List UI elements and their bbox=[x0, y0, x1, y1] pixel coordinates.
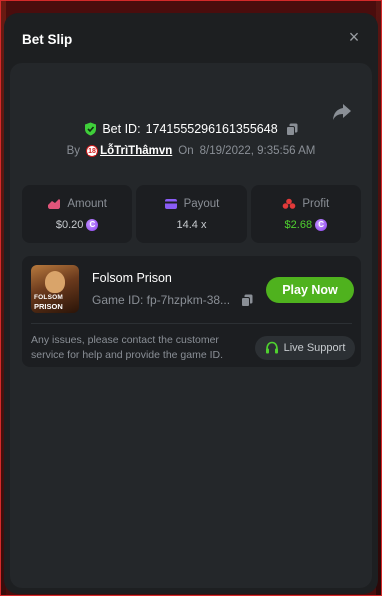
coin-icon: C bbox=[86, 218, 99, 231]
stat-profit-value: $2.68 bbox=[284, 218, 313, 231]
stat-payout-label: Payout bbox=[183, 197, 220, 210]
game-name: Folsom Prison bbox=[92, 271, 172, 285]
bet-id-label: Bet ID: bbox=[102, 122, 141, 136]
on-label: On bbox=[178, 145, 194, 157]
thumbnail-line1: FOLSOM bbox=[34, 294, 64, 301]
stat-profit: Profit $2.68 C bbox=[250, 185, 361, 243]
stat-amount-value: $0.20 bbox=[55, 218, 84, 231]
modal-title: Bet Slip bbox=[22, 32, 73, 47]
stat-amount-label: Amount bbox=[67, 197, 107, 210]
game-id-row: Game ID: fp-7hzpkm-38... bbox=[92, 293, 253, 307]
share-icon[interactable] bbox=[332, 103, 352, 121]
headset-icon bbox=[265, 341, 278, 354]
live-support-label: Live Support bbox=[283, 342, 346, 354]
bet-stats: Amount $0.20 C Payout 14.4 x Profit $2.6… bbox=[22, 185, 361, 243]
payout-icon bbox=[164, 198, 177, 209]
stat-amount: Amount $0.20 C bbox=[22, 185, 133, 243]
game-id: Game ID: fp-7hzpkm-38... bbox=[92, 293, 231, 307]
bet-meta-row: By 18 LỗTrìThâmvn On 8/19/2022, 9:35:56 … bbox=[10, 142, 372, 160]
bet-id-row: Bet ID: 1741555296161355648 bbox=[10, 120, 372, 138]
bet-details-panel: Bet ID: 1741555296161355648 By 18 LỗTrìT… bbox=[10, 63, 372, 588]
bet-id-value: 1741555296161355648 bbox=[145, 122, 278, 136]
age-restriction-badge: 18 bbox=[86, 145, 99, 157]
bet-date: 8/19/2022, 9:35:56 AM bbox=[199, 145, 316, 157]
stat-payout-value: 14.4 x bbox=[176, 218, 207, 231]
profit-icon bbox=[283, 198, 296, 209]
amount-icon bbox=[48, 198, 61, 209]
divider bbox=[31, 323, 352, 324]
thumbnail-line2: PRISON bbox=[34, 302, 63, 311]
stat-profit-label: Profit bbox=[302, 197, 330, 210]
coin-icon: C bbox=[315, 218, 328, 231]
support-text: Any issues, please contact the customer … bbox=[31, 334, 224, 361]
shield-check-icon bbox=[85, 122, 97, 136]
bet-slip-modal: Bet Slip × Bet ID: 1741555296161355648 B… bbox=[4, 13, 378, 594]
user-link[interactable]: 18 LỗTrìThâmvn bbox=[86, 145, 172, 157]
by-label: By bbox=[66, 145, 81, 157]
close-button[interactable]: × bbox=[345, 28, 363, 46]
game-thumbnail[interactable]: FOLSOM PRISON bbox=[31, 265, 79, 313]
copy-icon[interactable] bbox=[241, 294, 253, 307]
copy-icon[interactable] bbox=[285, 123, 298, 136]
live-support-button[interactable]: Live Support bbox=[255, 336, 355, 360]
play-now-button[interactable]: Play Now bbox=[266, 277, 354, 303]
username: LỗTrìThâmvn bbox=[100, 145, 173, 157]
game-card: FOLSOM PRISON Folsom Prison Game ID: fp-… bbox=[22, 256, 361, 367]
stat-payout: Payout 14.4 x bbox=[136, 185, 247, 243]
